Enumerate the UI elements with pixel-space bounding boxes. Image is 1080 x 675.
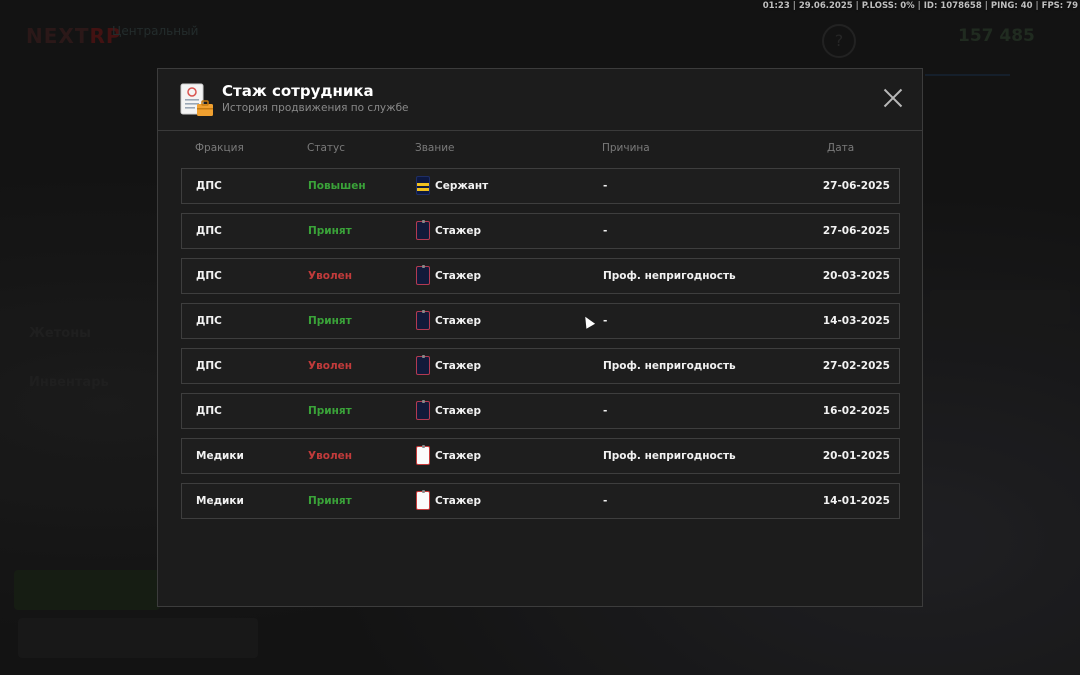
row-faction: ДПС	[196, 270, 222, 282]
row-rank: Стажер	[416, 265, 481, 285]
dps-badge-icon	[416, 310, 430, 330]
row-faction: ДПС	[196, 405, 222, 417]
row-faction: Медики	[196, 450, 244, 462]
row-rank: Стажер	[416, 310, 481, 330]
table-row[interactable]: ДПС Принят Стажер - 27-06-2025	[181, 213, 900, 249]
row-rank: Стажер	[416, 400, 481, 420]
row-status: Уволен	[308, 360, 353, 372]
table-row[interactable]: Медики Принят Стажер - 14-01-2025	[181, 483, 900, 519]
sergeant-badge-icon	[416, 176, 430, 195]
row-date: 20-01-2025	[822, 450, 890, 462]
row-reason: -	[603, 405, 608, 417]
column-header-reason: Причина	[602, 142, 650, 154]
dps-badge-icon	[416, 355, 430, 375]
document-briefcase-icon	[180, 83, 213, 116]
row-date: 27-06-2025	[822, 180, 890, 192]
row-status: Повышен	[308, 180, 366, 192]
dps-badge-icon	[416, 400, 430, 420]
row-date: 27-02-2025	[822, 360, 890, 372]
row-status: Уволен	[308, 450, 353, 462]
modal-header: Стаж сотрудника История продвижения по с…	[158, 69, 922, 131]
row-date: 16-02-2025	[822, 405, 890, 417]
row-rank: Стажер	[416, 445, 481, 465]
row-status: Принят	[308, 225, 352, 237]
row-date: 14-01-2025	[822, 495, 890, 507]
row-rank: Стажер	[416, 490, 481, 510]
row-status: Принят	[308, 405, 352, 417]
modal-title: Стаж сотрудника	[222, 82, 374, 100]
column-header-faction: Фракция	[195, 142, 244, 154]
row-reason: -	[603, 180, 608, 192]
row-rank: Стажер	[416, 355, 481, 375]
row-reason: -	[603, 225, 608, 237]
row-faction: ДПС	[196, 225, 222, 237]
row-faction: ДПС	[196, 315, 222, 327]
row-reason: Проф. непригодность	[603, 450, 736, 462]
table-row[interactable]: ДПС Повышен Сержант - 27-06-2025	[181, 168, 900, 204]
row-reason: -	[603, 495, 608, 507]
medic-badge-icon	[416, 490, 430, 510]
row-status: Принят	[308, 495, 352, 507]
service-history-modal: Стаж сотрудника История продвижения по с…	[157, 68, 923, 607]
row-faction: ДПС	[196, 360, 222, 372]
medic-badge-icon	[416, 445, 430, 465]
table-row[interactable]: ДПС Уволен Стажер Проф. непригодность 27…	[181, 348, 900, 384]
column-header-status: Статус	[307, 142, 345, 154]
table-row[interactable]: ДПС Уволен Стажер Проф. непригодность 20…	[181, 258, 900, 294]
table-row[interactable]: Медики Уволен Стажер Проф. непригодность…	[181, 438, 900, 474]
row-reason: Проф. непригодность	[603, 270, 736, 282]
row-rank: Стажер	[416, 220, 481, 240]
dps-badge-icon	[416, 265, 430, 285]
history-table: ДПС Повышен Сержант - 27-06-2025 ДПС При…	[181, 168, 900, 528]
close-button[interactable]	[882, 87, 904, 109]
row-date: 14-03-2025	[822, 315, 890, 327]
column-header-date: Дата	[827, 142, 855, 154]
row-faction: Медики	[196, 495, 244, 507]
dps-badge-icon	[416, 220, 430, 240]
row-reason: -	[603, 315, 608, 327]
row-date: 20-03-2025	[822, 270, 890, 282]
row-status: Принят	[308, 315, 352, 327]
modal-subtitle: История продвижения по службе	[222, 102, 409, 114]
table-header: Фракция Статус Звание Причина Дата	[158, 142, 922, 156]
row-faction: ДПС	[196, 180, 222, 192]
row-date: 27-06-2025	[822, 225, 890, 237]
row-reason: Проф. непригодность	[603, 360, 736, 372]
table-row[interactable]: ДПС Принят Стажер - 16-02-2025	[181, 393, 900, 429]
column-header-rank: Звание	[415, 142, 455, 154]
row-status: Уволен	[308, 270, 353, 282]
table-row[interactable]: ДПС Принят Стажер - 14-03-2025	[181, 303, 900, 339]
row-rank: Сержант	[416, 176, 488, 195]
